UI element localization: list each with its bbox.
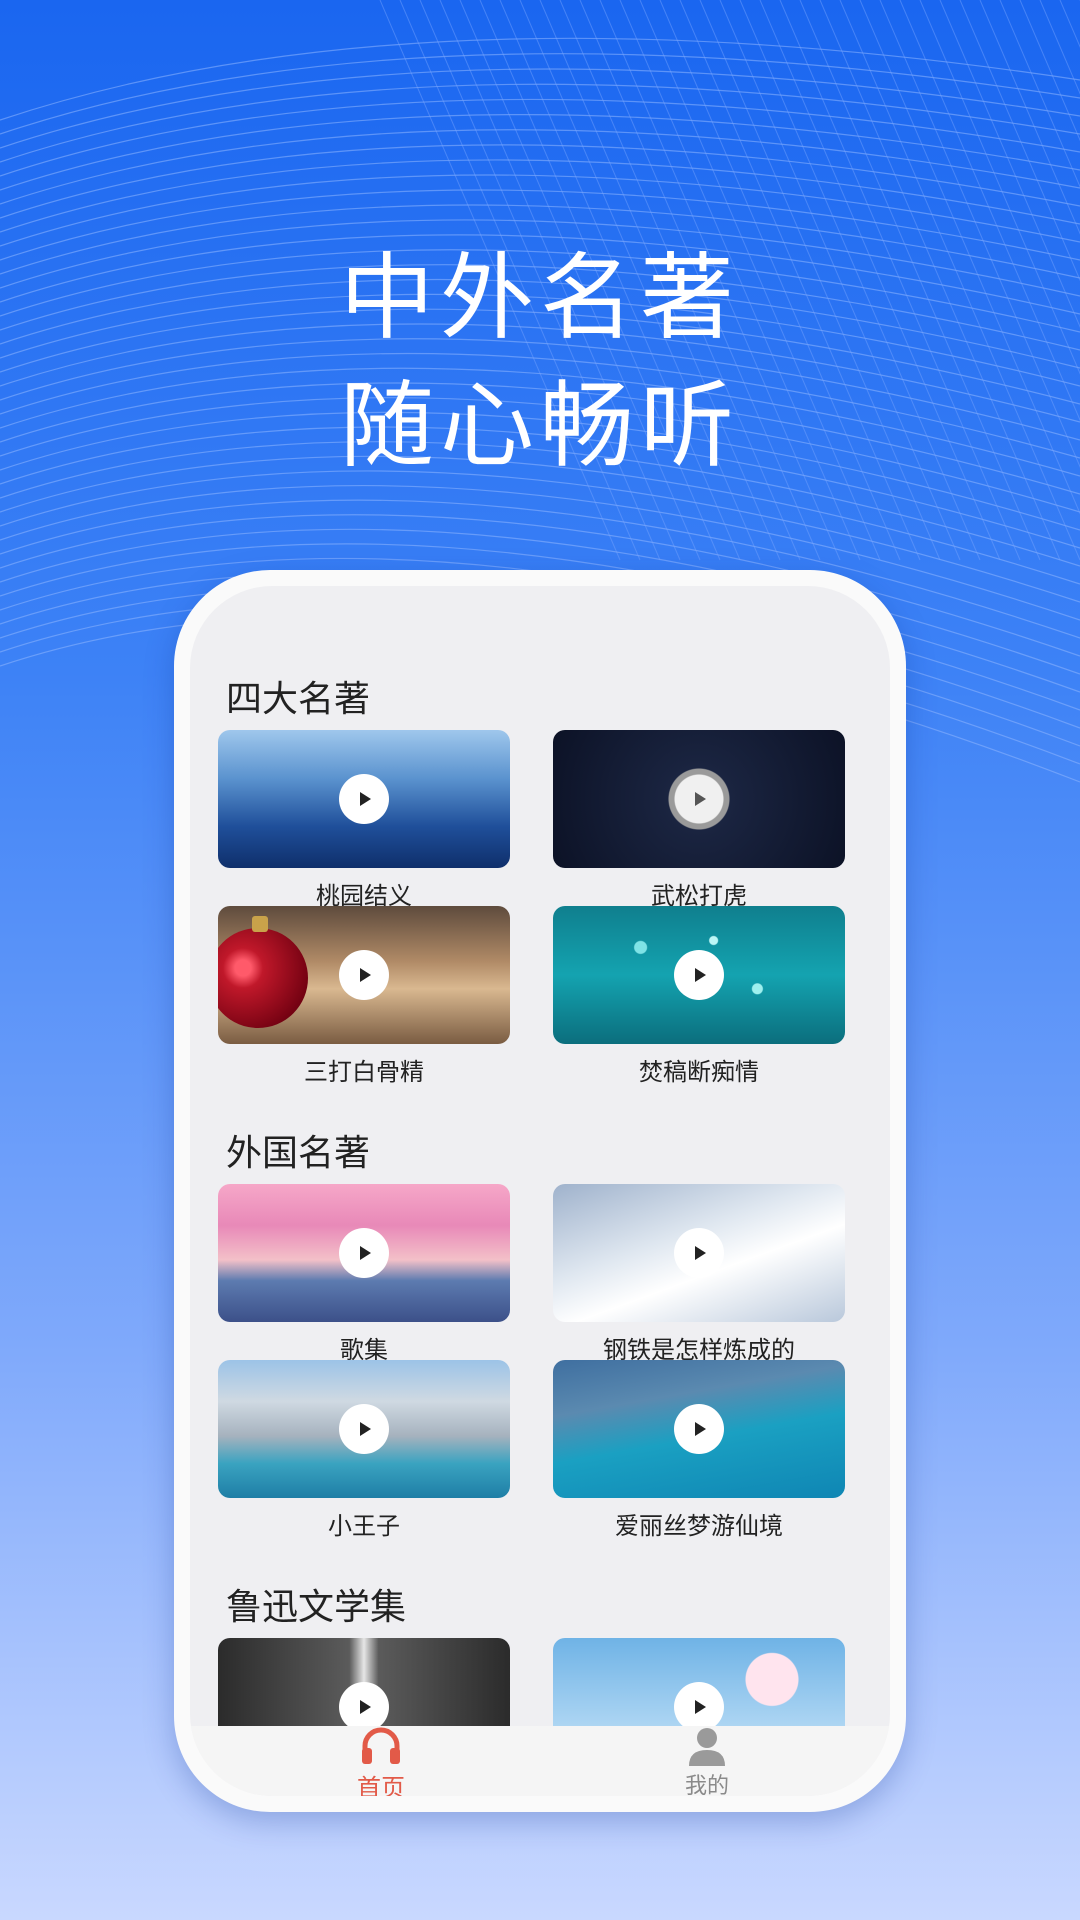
play-icon[interactable]	[339, 1404, 389, 1454]
book-title: 焚稿断痴情	[639, 1058, 759, 1086]
user-icon	[689, 1728, 725, 1766]
book-title: 爱丽丝梦游仙境	[615, 1512, 783, 1540]
play-icon[interactable]	[339, 950, 389, 1000]
play-icon[interactable]	[339, 774, 389, 824]
tab-home-label: 首页	[357, 1774, 405, 1796]
book-thumbnail[interactable]	[218, 730, 510, 868]
headline-line-1: 中外名著	[339, 244, 740, 353]
play-icon[interactable]	[674, 1228, 724, 1278]
tab-mine-label: 我的	[684, 1774, 729, 1796]
book-card[interactable]: 歌集	[218, 1184, 510, 1364]
book-thumbnail[interactable]	[218, 1638, 510, 1726]
phone-screen: 四大名著 桃园结义 武松打虎 三打白骨精 焚稿断痴情 外国名著 歌集 钢铁是怎样…	[190, 586, 890, 1796]
play-icon[interactable]	[674, 1682, 724, 1726]
ornament-cap	[252, 916, 268, 932]
headphones-icon	[362, 1727, 400, 1764]
book-thumbnail[interactable]	[218, 1360, 510, 1498]
book-thumbnail[interactable]	[218, 1184, 510, 1322]
book-thumbnail[interactable]	[553, 1360, 845, 1498]
book-card[interactable]: 焚稿断痴情	[553, 906, 845, 1086]
book-title: 小王子	[328, 1512, 400, 1540]
book-card[interactable]: 桃园结义	[218, 730, 510, 910]
book-card[interactable]	[553, 1638, 845, 1726]
book-thumbnail[interactable]	[553, 1638, 845, 1726]
play-icon[interactable]	[339, 1682, 389, 1726]
section-title-foreign-classics: 外国名著	[226, 1133, 371, 1174]
section-title-lu-xun: 鲁迅文学集	[226, 1587, 407, 1628]
book-title: 三打白骨精	[304, 1058, 424, 1086]
book-card[interactable]: 三打白骨精	[218, 906, 510, 1086]
book-card[interactable]	[218, 1638, 510, 1726]
book-card[interactable]: 爱丽丝梦游仙境	[553, 1360, 845, 1540]
book-thumbnail[interactable]	[553, 730, 845, 868]
tab-home[interactable]: 首页	[281, 1726, 481, 1796]
play-icon[interactable]	[674, 1404, 724, 1454]
play-icon[interactable]	[339, 1228, 389, 1278]
book-thumbnail[interactable]	[553, 906, 845, 1044]
bottom-tab-bar: 首页 我的	[190, 1726, 890, 1796]
ornament-image	[218, 928, 308, 1028]
phone-mockup: 四大名著 桃园结义 武松打虎 三打白骨精 焚稿断痴情 外国名著 歌集 钢铁是怎样…	[174, 570, 906, 1812]
book-card[interactable]: 钢铁是怎样炼成的	[553, 1184, 845, 1364]
section-title-four-classics: 四大名著	[226, 679, 371, 720]
tab-mine[interactable]: 我的	[607, 1726, 807, 1796]
play-icon[interactable]	[674, 950, 724, 1000]
book-card[interactable]: 武松打虎	[553, 730, 845, 910]
headline-line-2: 随心畅听	[339, 372, 740, 481]
play-icon[interactable]	[674, 774, 724, 824]
book-card[interactable]: 小王子	[218, 1360, 510, 1540]
book-thumbnail[interactable]	[218, 906, 510, 1044]
content-scroll[interactable]: 四大名著 桃园结义 武松打虎 三打白骨精 焚稿断痴情 外国名著 歌集 钢铁是怎样…	[190, 586, 890, 1726]
book-thumbnail[interactable]	[553, 1184, 845, 1322]
